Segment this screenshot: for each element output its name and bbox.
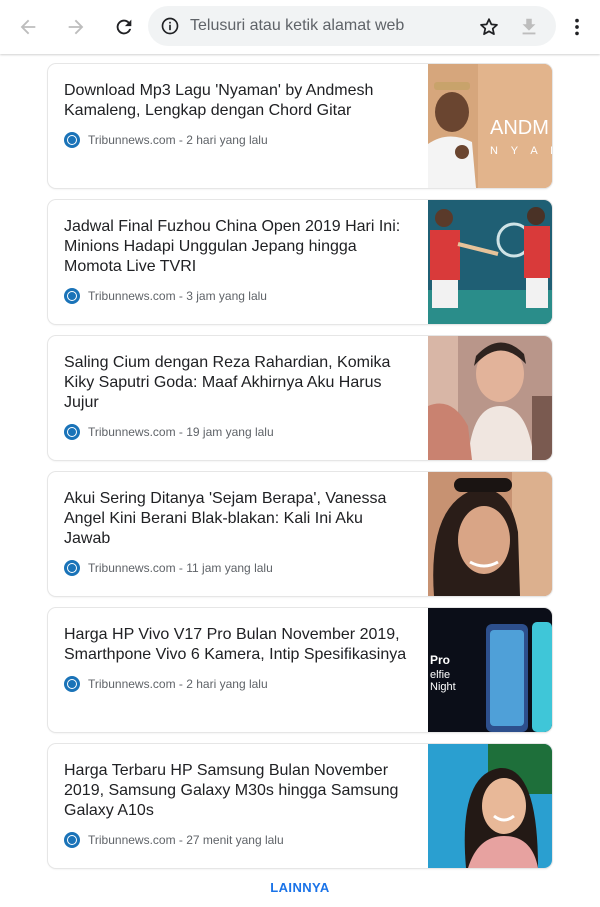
tribunnews-logo-icon — [64, 132, 80, 148]
article-meta: Tribunnews.com - 2 hari yang lalu — [64, 676, 268, 692]
article-meta: Tribunnews.com - 27 menit yang lalu — [64, 832, 284, 848]
article-source-time: Tribunnews.com - 3 jam yang lalu — [88, 289, 267, 303]
browser-toolbar: Telusuri atau ketik alamat web — [0, 0, 600, 54]
article-meta: Tribunnews.com - 2 hari yang lalu — [64, 132, 268, 148]
article-source-time: Tribunnews.com - 27 menit yang lalu — [88, 833, 284, 847]
article-thumbnail[interactable] — [428, 744, 552, 868]
forward-icon[interactable] — [59, 10, 93, 44]
thumbnail-text-1: Pro — [430, 653, 450, 667]
article-thumbnail[interactable]: ANDM N Y A M — [428, 64, 552, 188]
article-card[interactable]: Download Mp3 Lagu 'Nyaman' by Andmesh Ka… — [48, 64, 552, 188]
article-thumbnail[interactable] — [428, 200, 552, 324]
article-title[interactable]: Jadwal Final Fuzhou China Open 2019 Hari… — [64, 217, 410, 277]
news-feed: Download Mp3 Lagu 'Nyaman' by Andmesh Ka… — [48, 64, 552, 880]
article-meta: Tribunnews.com - 11 jam yang lalu — [64, 560, 273, 576]
article-thumbnail[interactable] — [428, 336, 552, 460]
article-source-time: Tribunnews.com - 2 hari yang lalu — [88, 677, 268, 691]
article-source-time: Tribunnews.com - 19 jam yang lalu — [88, 425, 274, 439]
tribunnews-logo-icon — [64, 560, 80, 576]
article-thumbnail[interactable]: Pro elfie Night — [428, 608, 552, 732]
article-card[interactable]: Akui Sering Ditanya 'Sejam Berapa', Vane… — [48, 472, 552, 596]
article-meta: Tribunnews.com - 3 jam yang lalu — [64, 288, 267, 304]
download-icon[interactable] — [512, 10, 546, 44]
article-card[interactable]: Harga HP Vivo V17 Pro Bulan November 201… — [48, 608, 552, 732]
article-meta: Tribunnews.com - 19 jam yang lalu — [64, 424, 274, 440]
article-card[interactable]: Harga Terbaru HP Samsung Bulan November … — [48, 744, 552, 868]
info-icon[interactable] — [160, 16, 180, 41]
article-title[interactable]: Harga HP Vivo V17 Pro Bulan November 201… — [64, 625, 410, 665]
star-icon[interactable] — [472, 10, 506, 44]
back-icon[interactable] — [11, 10, 45, 44]
tribunnews-logo-icon — [64, 676, 80, 692]
article-card[interactable]: Jadwal Final Fuzhou China Open 2019 Hari… — [48, 200, 552, 324]
thumbnail-text-1: ANDM — [490, 117, 549, 139]
tribunnews-logo-icon — [64, 832, 80, 848]
more-link[interactable]: LAINNYA — [0, 880, 600, 895]
omnibox-placeholder: Telusuri atau ketik alamat web — [190, 17, 405, 34]
thumbnail-text-3: Night — [430, 681, 456, 693]
article-title[interactable]: Harga Terbaru HP Samsung Bulan November … — [64, 761, 410, 821]
menu-icon[interactable] — [560, 10, 594, 44]
tribunnews-logo-icon — [64, 424, 80, 440]
article-source-time: Tribunnews.com - 2 hari yang lalu — [88, 133, 268, 147]
thumbnail-text-2: N Y A M — [490, 145, 552, 157]
thumbnail-text-2: elfie — [430, 669, 450, 681]
article-title[interactable]: Download Mp3 Lagu 'Nyaman' by Andmesh Ka… — [64, 81, 410, 121]
article-source-time: Tribunnews.com - 11 jam yang lalu — [88, 561, 273, 575]
tribunnews-logo-icon — [64, 288, 80, 304]
reload-icon[interactable] — [107, 10, 141, 44]
article-title[interactable]: Akui Sering Ditanya 'Sejam Berapa', Vane… — [64, 489, 410, 549]
article-title[interactable]: Saling Cium dengan Reza Rahardian, Komik… — [64, 353, 410, 413]
article-thumbnail[interactable] — [428, 472, 552, 596]
article-card[interactable]: Saling Cium dengan Reza Rahardian, Komik… — [48, 336, 552, 460]
